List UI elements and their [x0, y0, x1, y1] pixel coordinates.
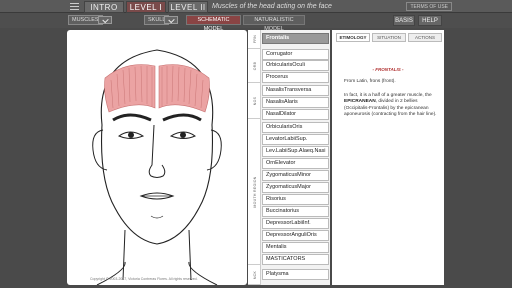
- group-orbital[interactable]: ORB: [248, 49, 261, 83]
- muscle-item-corrugator[interactable]: Corrugator: [262, 49, 329, 60]
- skull-checkbox[interactable]: [164, 16, 178, 24]
- muscle-item-zygomaticus-major[interactable]: ZygomaticusMajor: [262, 182, 329, 193]
- region-group-column: FRN ORB NOS MOUTH REGION NCK: [248, 30, 261, 285]
- muscle-item-depressor-labii-inf[interactable]: DepressorLabiiInf.: [262, 218, 329, 229]
- muscle-item-orbicularis-oris[interactable]: OrbicularisOris: [262, 122, 329, 133]
- muscle-item-depressor-anguli-oris[interactable]: DepressorAnguliOris: [262, 230, 329, 241]
- face-drawing: [92, 49, 222, 285]
- terms-of-use-link[interactable]: TERMS OF USE: [406, 2, 452, 11]
- muscle-info-panel: ETIMOLOGY SITUATION ACTIONS - FRONTALIS …: [332, 30, 444, 285]
- muscle-item-nasalis-alaris[interactable]: NasalisAlaris: [262, 97, 329, 108]
- right-pupil: [180, 132, 186, 138]
- muscle-item-frontalis[interactable]: Frontalis: [262, 33, 329, 44]
- muscle-item-mentalis[interactable]: Mentalis: [262, 242, 329, 253]
- shoulder-lines: [96, 261, 218, 285]
- etymology-text: From Latin, frons (front).: [344, 79, 396, 84]
- group-mouth-region[interactable]: MOUTH REGION: [248, 119, 261, 265]
- muscle-item-lev-labii-alaeq-nasi[interactable]: Lev.LabiiSup.Alaeq.Nasi: [262, 146, 329, 157]
- muscle-item-masticators[interactable]: MASTICATORS: [262, 254, 329, 265]
- muscle-item-nasal-dilator[interactable]: NasalDilator: [262, 109, 329, 120]
- help-button[interactable]: HELP: [418, 15, 442, 26]
- muscle-item-nasalis-transversa[interactable]: NasalisTransversa: [262, 85, 329, 96]
- muscle-item-orbicularis-oculi[interactable]: OrbicularisOculi: [262, 60, 329, 71]
- muscle-item-zygomaticus-minor[interactable]: ZygomaticusMinor: [262, 170, 329, 181]
- muscle-item-buccinatorius[interactable]: Buccinatorius: [262, 206, 329, 217]
- group-neck[interactable]: NCK: [248, 265, 261, 285]
- tab-actions[interactable]: ACTIONS: [408, 33, 442, 42]
- menu-icon[interactable]: [70, 3, 79, 10]
- muscles-checkbox[interactable]: [98, 16, 112, 24]
- page-title: Muscles of the head acting on the face: [212, 3, 332, 10]
- tab-situation[interactable]: SITUATION: [372, 33, 406, 42]
- description-text: In fact, it is a half of a greater muscl…: [344, 93, 437, 118]
- tab-etymology[interactable]: ETIMOLOGY: [336, 33, 370, 42]
- muscle-item-procerus[interactable]: Procerus: [262, 72, 329, 83]
- face-illustration-panel: [67, 30, 247, 285]
- basis-button[interactable]: BASIS: [393, 15, 415, 26]
- muscle-heading: - FRONTALIS -: [372, 67, 404, 72]
- group-frontal[interactable]: FRN: [248, 30, 261, 49]
- muscle-item-platysma[interactable]: Platysma: [262, 269, 329, 280]
- top-bar: INTRO LEVEL I LEVEL II Muscles of the he…: [0, 0, 512, 13]
- muscle-item-risorius[interactable]: Risorius: [262, 194, 329, 205]
- view-options-bar: MUSCLES SKULL SCHEMATIC MODEL NATURALIST…: [0, 13, 512, 32]
- group-nose[interactable]: NOS: [248, 83, 261, 119]
- copyright-text: Copyright © 2003-2017, Victoria Contrera…: [90, 277, 198, 281]
- tab-intro[interactable]: INTRO: [84, 1, 124, 13]
- left-pupil: [128, 132, 134, 138]
- muscle-list-panel: FRN ORB NOS MOUTH REGION NCK Frontalis C…: [248, 30, 330, 285]
- tab-level-1[interactable]: LEVEL I: [126, 1, 166, 13]
- schematic-model-button[interactable]: SCHEMATIC MODEL: [186, 15, 241, 32]
- tab-level-2[interactable]: LEVEL II: [168, 1, 208, 13]
- naturalistic-model-button[interactable]: NATURALISTIC MODEL: [243, 15, 305, 32]
- muscle-item-levator-labii-sup[interactable]: LevatorLabiiSup.: [262, 134, 329, 145]
- muscle-item-orn-elevator[interactable]: OrnElevator: [262, 158, 329, 169]
